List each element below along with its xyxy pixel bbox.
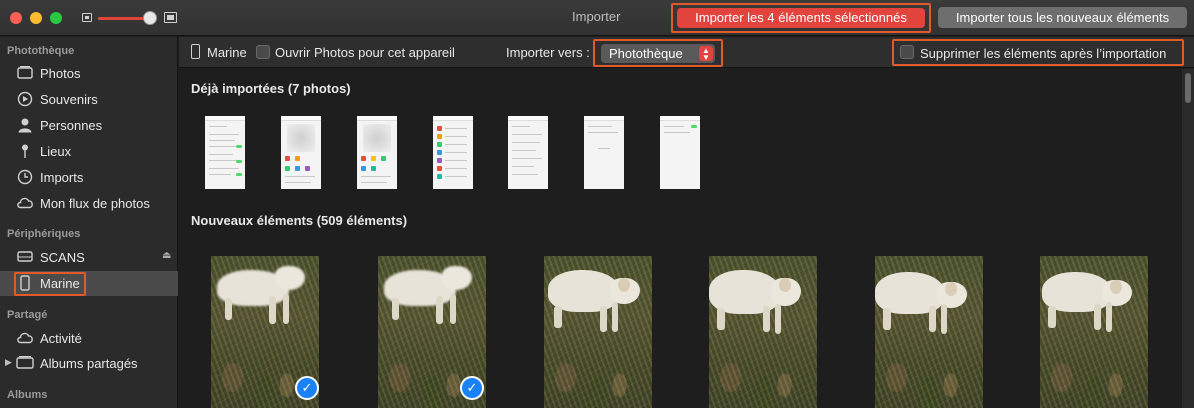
small-thumbnail-icon: [82, 13, 92, 22]
imported-thumbnail[interactable]: [508, 116, 548, 189]
sidebar-item-places[interactable]: Lieux: [0, 139, 178, 164]
sidebar-item-label: Mon flux de photos: [40, 196, 150, 211]
cloud-icon: [16, 195, 34, 212]
highlight-box-delete-after: Supprimer les éléments après l’importati…: [892, 39, 1184, 66]
open-photos-label: Ouvrir Photos pour cet appareil: [275, 45, 455, 60]
minimize-window-button[interactable]: [30, 12, 42, 24]
sidebar-item-label: Souvenirs: [40, 92, 98, 107]
chevron-updown-icon: ▲ ▼: [699, 46, 713, 62]
sidebar-item-photo-stream[interactable]: Mon flux de photos: [0, 191, 178, 216]
new-item-photo[interactable]: [1040, 256, 1148, 408]
delete-after-checkbox[interactable]: [900, 45, 914, 59]
zoom-window-button[interactable]: [50, 12, 62, 24]
imported-thumbnail[interactable]: [584, 116, 624, 189]
delete-after-label: Supprimer les éléments après l’importati…: [920, 46, 1167, 61]
slider-fill: [98, 17, 145, 20]
sidebar-section-library: Photothèque: [7, 45, 75, 57]
photos-icon: [16, 65, 34, 82]
memories-icon: [16, 91, 34, 108]
imported-thumbnail[interactable]: [357, 116, 397, 189]
imported-thumbnail[interactable]: [433, 116, 473, 189]
cloud-icon: [16, 330, 34, 347]
device-name: Marine: [207, 45, 247, 60]
disclosure-triangle-icon[interactable]: ▶: [5, 357, 12, 368]
highlight-box-destination: Photothèque ▲ ▼: [593, 39, 723, 67]
sidebar-item-activity[interactable]: Activité: [0, 326, 178, 351]
clock-icon: [16, 169, 34, 186]
sidebar: Photothèque Photos Souvenirs Personnes L…: [0, 37, 178, 408]
already-imported-heading: Déjà importées (7 photos): [191, 81, 351, 96]
imported-thumbnail[interactable]: [205, 116, 245, 189]
drive-icon: [16, 249, 34, 266]
scrollbar-thumb[interactable]: [1185, 73, 1191, 103]
import-all-new-button[interactable]: Importer tous les nouveaux éléments: [938, 7, 1187, 28]
import-destination-select[interactable]: Photothèque ▲ ▼: [601, 44, 715, 63]
new-item-photo[interactable]: [709, 256, 817, 408]
selected-check-icon: ✓: [295, 376, 319, 400]
shared-albums-icon: [16, 355, 34, 372]
iphone-icon: [191, 44, 200, 59]
highlight-box-import-selected: Importer les 4 éléments sélectionnés: [671, 3, 931, 33]
new-item-photo[interactable]: ✓: [211, 256, 319, 408]
sidebar-item-label: Imports: [40, 170, 84, 185]
selected-check-icon: ✓: [460, 376, 484, 400]
sidebar-item-people[interactable]: Personnes: [0, 113, 178, 138]
imported-thumbnail[interactable]: [281, 116, 321, 189]
sidebar-item-label: Lieux: [40, 144, 72, 159]
vertical-scrollbar[interactable]: [1182, 69, 1194, 408]
sidebar-item-label: Personnes: [40, 118, 103, 133]
sidebar-section-albums: Albums: [7, 389, 48, 401]
close-window-button[interactable]: [10, 12, 22, 24]
eject-icon[interactable]: ⏏: [162, 250, 171, 261]
sidebar-item-shared-albums[interactable]: ▶ Albums partagés: [0, 351, 178, 376]
new-item-photo[interactable]: [544, 256, 652, 408]
sidebar-item-label: Activité: [40, 331, 82, 346]
sidebar-item-imports[interactable]: Imports: [0, 165, 178, 190]
person-icon: [16, 117, 34, 134]
sidebar-item-memories[interactable]: Souvenirs: [0, 87, 178, 112]
import-toolbar: Marine Ouvrir Photos pour cet appareil I…: [179, 37, 1194, 68]
import-to-label: Importer vers :: [506, 45, 590, 60]
sidebar-item-label: Albums partagés: [40, 356, 138, 371]
highlight-box-device: [14, 272, 86, 296]
sidebar-item-photos[interactable]: Photos: [0, 61, 178, 86]
slider-knob[interactable]: [143, 11, 157, 25]
new-items-heading: Nouveaux éléments (509 éléments): [191, 213, 408, 228]
new-item-photo[interactable]: ✓: [378, 256, 486, 408]
import-selected-button[interactable]: Importer les 4 éléments sélectionnés: [677, 8, 925, 28]
window-title: Importer: [572, 9, 621, 24]
sidebar-item-scans[interactable]: SCANS ⏏: [0, 245, 178, 270]
open-photos-checkbox[interactable]: [256, 45, 270, 59]
sidebar-item-marine[interactable]: Marine: [0, 271, 178, 296]
new-item-photo[interactable]: [875, 256, 983, 408]
sidebar-item-label: SCANS: [40, 250, 85, 265]
sidebar-item-label: Photos: [40, 66, 81, 81]
imported-thumbnail[interactable]: [660, 116, 700, 189]
sidebar-section-devices: Périphériques: [7, 228, 81, 240]
pin-icon: [16, 143, 34, 160]
title-bar: Importer Importer les 4 éléments sélecti…: [0, 0, 1194, 36]
sidebar-section-shared: Partagé: [7, 309, 48, 321]
select-value: Photothèque: [609, 46, 683, 61]
large-thumbnail-icon: [164, 12, 177, 23]
